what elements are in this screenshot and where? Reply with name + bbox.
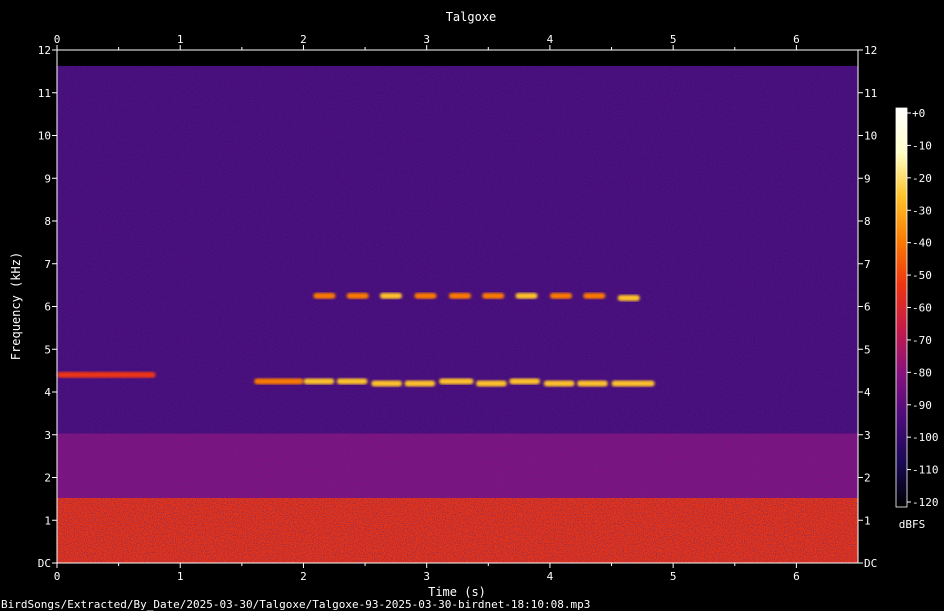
colorbar-tick-label-4: -40	[912, 237, 932, 250]
call-mark-2	[313, 292, 336, 299]
file-path: BirdSongs/Extracted/By_Date/2025-03-30/T…	[1, 598, 590, 611]
x-tick-label-bottom-2: 2	[300, 570, 307, 583]
colorbar: +0 -10 -20 -30 -40 -50 -60 -70 -80 -90 -100 -110 -12…	[895, 107, 939, 531]
call-mark-0	[57, 371, 156, 378]
x-tick-label-top-6: 6	[793, 33, 800, 46]
colorbar-tick-label-1: -10	[912, 139, 932, 152]
y-tick-label-left-1: 1	[44, 514, 51, 527]
x-tick-label-top-1: 1	[177, 33, 184, 46]
x-tick-label-bottom-4: 4	[547, 570, 554, 583]
call-mark-7	[482, 292, 505, 299]
call-mark-13	[336, 378, 368, 385]
y-tick-label-right-1: 1	[864, 514, 871, 527]
chart-title: Talgoxe	[446, 10, 497, 24]
noise-texture	[57, 66, 858, 563]
colorbar-tick-label-12: -120	[912, 496, 939, 509]
y-tick-label-right-3: 3	[864, 429, 871, 442]
call-mark-4	[379, 292, 403, 299]
y-tick-label-left-5: 5	[44, 343, 51, 356]
call-mark-8	[515, 292, 538, 299]
y-tick-label-left-2: 2	[44, 472, 51, 485]
call-mark-5	[414, 292, 437, 299]
colorbar-tick-label-2: -20	[912, 172, 932, 185]
y-tick-label-right-5: 5	[864, 343, 871, 356]
colorbar-tick-label-5: -50	[912, 269, 932, 282]
x-axis-label: Time (s)	[428, 585, 486, 599]
y-tick-label-right-4: 4	[864, 386, 871, 399]
y-tick-label-right-8: 8	[864, 215, 871, 228]
y-tick-label-right-12: 12	[864, 44, 877, 57]
call-mark-15	[404, 380, 436, 387]
call-mark-21	[611, 380, 655, 387]
x-tick-label-top-4: 4	[547, 33, 554, 46]
colorbar-tick-label-9: -90	[912, 399, 932, 412]
call-mark-9	[549, 292, 573, 299]
y-tick-label-left-8: 8	[44, 215, 51, 228]
y-tick-label-left-3: 3	[44, 429, 51, 442]
call-mark-11	[617, 294, 640, 301]
call-mark-3	[346, 292, 369, 299]
y-tick-label-right-7: 7	[864, 258, 871, 271]
spectrogram-chart: Talgoxe 0123456 0123456 DC12345678910111…	[1, 10, 939, 611]
y-tick-label-left-6: 6	[44, 301, 51, 314]
call-mark-12	[303, 378, 335, 385]
call-mark-1	[254, 378, 304, 385]
x-tick-label-top-5: 5	[670, 33, 677, 46]
y-tick-label-right-11: 11	[864, 87, 877, 100]
y-tick-label-left-0: DC	[38, 557, 51, 570]
colorbar-tick-label-6: -60	[912, 302, 932, 315]
x-tick-label-bottom-5: 5	[670, 570, 677, 583]
call-mark-18	[509, 378, 541, 385]
y-tick-label-left-4: 4	[44, 386, 51, 399]
y-axis-label: Frequency (kHz)	[9, 252, 23, 360]
colorbar-label: dBFS	[899, 518, 926, 531]
call-mark-6	[448, 292, 472, 299]
x-tick-label-bottom-1: 1	[177, 570, 184, 583]
x-tick-label-top-0: 0	[54, 33, 61, 46]
y-tick-label-left-11: 11	[38, 87, 51, 100]
y-tick-label-right-9: 9	[864, 172, 871, 185]
y-tick-label-right-10: 10	[864, 130, 877, 143]
y-tick-label-left-7: 7	[44, 258, 51, 271]
colorbar-tick-label-7: -70	[912, 334, 932, 347]
y-tick-label-left-10: 10	[38, 130, 51, 143]
call-mark-20	[577, 380, 608, 387]
x-tick-label-bottom-3: 3	[423, 570, 430, 583]
y-tick-label-right-0: DC	[864, 557, 877, 570]
x-tick-label-top-2: 2	[300, 33, 307, 46]
colorbar-gradient	[896, 108, 907, 507]
x-tick-label-bottom-6: 6	[793, 570, 800, 583]
call-mark-17	[475, 380, 507, 387]
call-mark-19	[543, 380, 575, 387]
x-tick-label-bottom-0: 0	[54, 570, 61, 583]
x-tick-label-top-3: 3	[423, 33, 430, 46]
y-tick-label-left-9: 9	[44, 172, 51, 185]
y-tick-label-right-2: 2	[864, 472, 871, 485]
colorbar-tick-label-0: +0	[912, 107, 925, 120]
plot-area	[57, 50, 858, 563]
call-mark-16	[439, 378, 474, 385]
colorbar-tick-label-10: -100	[912, 431, 939, 444]
y-tick-label-left-12: 12	[38, 44, 51, 57]
colorbar-tick-label-8: -80	[912, 366, 932, 379]
call-mark-14	[371, 380, 403, 387]
colorbar-tick-label-3: -30	[912, 204, 932, 217]
y-tick-label-right-6: 6	[864, 301, 871, 314]
call-mark-10	[583, 292, 606, 299]
colorbar-tick-label-11: -110	[912, 464, 939, 477]
